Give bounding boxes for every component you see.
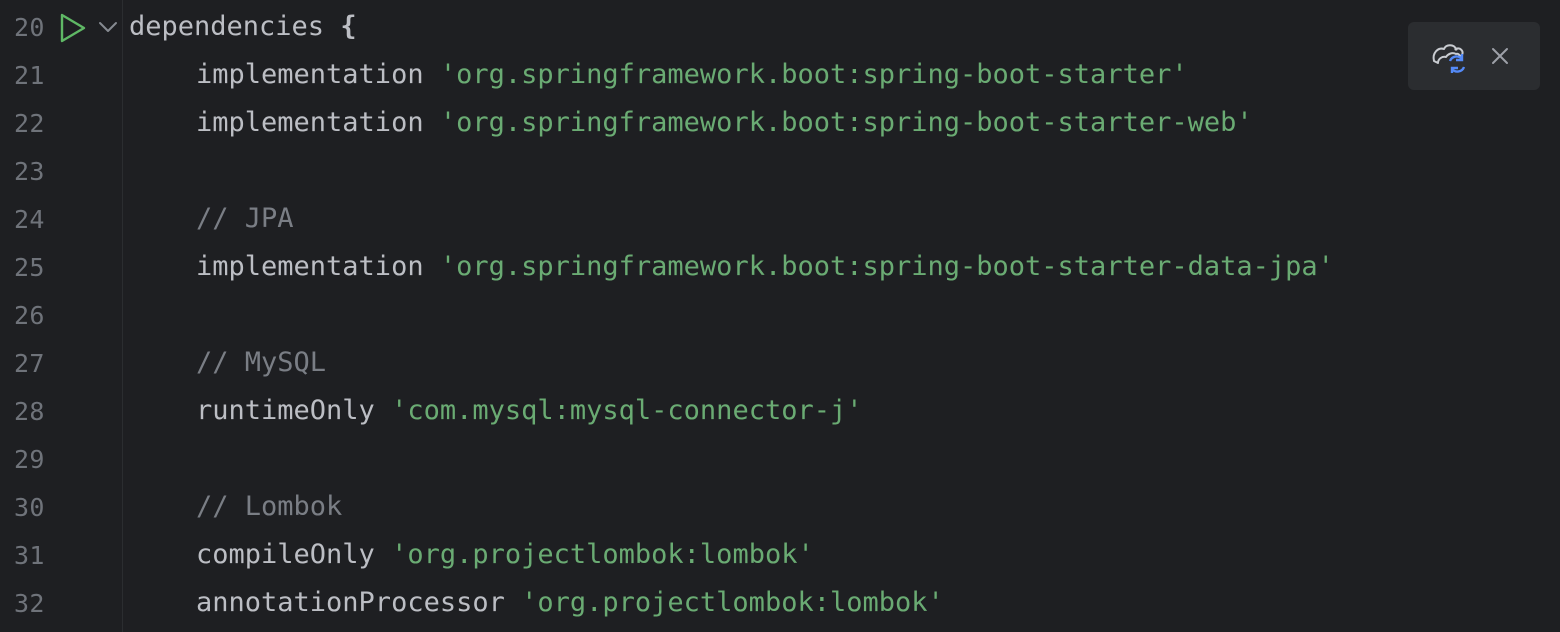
string-literal: 'com.mysql:mysql-connector-j' — [391, 395, 863, 426]
gradle-sync-notification — [1408, 22, 1540, 90]
code-text: implementation 'org.springframework.boot… — [129, 251, 1334, 283]
code-editor[interactable]: 20 dependencies {21 implementation 'org.sp… — [0, 0, 1560, 632]
code-text: annotationProcessor 'org.projectlombok:l… — [129, 587, 944, 619]
code-line[interactable]: 26 — [0, 290, 1560, 338]
code-line[interactable]: 23 — [0, 146, 1560, 194]
line-number: 31 — [14, 541, 45, 570]
code-text: compileOnly 'org.projectlombok:lombok' — [129, 539, 814, 571]
code-text: implementation 'org.springframework.boot… — [129, 107, 1253, 139]
string-literal: 'org.springframework.boot:spring-boot-st… — [439, 59, 1188, 90]
string-literal: 'org.projectlombok:lombok' — [521, 587, 944, 618]
code-line[interactable]: 29 — [0, 434, 1560, 482]
code-line[interactable]: 20 dependencies { — [0, 2, 1560, 50]
code-text: dependencies { — [129, 11, 357, 43]
code-text: // JPA — [129, 203, 294, 235]
code-token: implementation — [196, 107, 440, 138]
code-token: runtimeOnly — [196, 395, 392, 426]
code-comment: // MySQL — [196, 347, 327, 378]
string-literal: 'org.springframework.boot:spring-boot-st… — [439, 107, 1253, 138]
line-number: 25 — [14, 253, 45, 282]
line-number: 22 — [14, 109, 45, 138]
code-text: // Lombok — [129, 491, 342, 523]
code-line[interactable]: 21 implementation 'org.springframework.bo… — [0, 50, 1560, 98]
line-number: 20 — [14, 13, 45, 42]
code-line[interactable]: 24 // JPA — [0, 194, 1560, 242]
code-line[interactable]: 27 // MySQL — [0, 338, 1560, 386]
line-number: 24 — [14, 205, 45, 234]
code-text: // MySQL — [129, 347, 326, 379]
line-number: 29 — [14, 445, 45, 474]
code-line[interactable]: 22 implementation 'org.springframework.bo… — [0, 98, 1560, 146]
code-text: runtimeOnly 'com.mysql:mysql-connector-j… — [129, 395, 862, 427]
code-line[interactable]: 28 runtimeOnly 'com.mysql:mysql-connector… — [0, 386, 1560, 434]
code-line[interactable]: 30 // Lombok — [0, 482, 1560, 530]
line-number: 27 — [14, 349, 45, 378]
line-number: 32 — [14, 589, 45, 618]
code-text: implementation 'org.springframework.boot… — [129, 59, 1188, 91]
run-gutter-icon[interactable] — [58, 12, 88, 44]
code-line[interactable]: 32 annotationProcessor 'org.projectlombok… — [0, 578, 1560, 626]
code-token: { — [340, 11, 357, 42]
gradle-sync-icon[interactable] — [1430, 39, 1468, 73]
line-number: 23 — [14, 157, 45, 186]
fold-chevron-icon[interactable] — [97, 16, 119, 38]
code-comment: // Lombok — [196, 491, 343, 522]
string-literal: 'org.projectlombok:lombok' — [391, 539, 814, 570]
code-token: dependencies — [129, 11, 341, 42]
code-token: annotationProcessor — [196, 587, 522, 618]
code-line[interactable]: 25 implementation 'org.springframework.bo… — [0, 242, 1560, 290]
code-token: implementation — [196, 59, 440, 90]
line-number: 28 — [14, 397, 45, 426]
code-comment: // JPA — [196, 203, 294, 234]
close-icon[interactable] — [1488, 44, 1512, 68]
code-line[interactable]: 31 compileOnly 'org.projectlombok:lombok' — [0, 530, 1560, 578]
code-token: implementation — [196, 251, 440, 282]
string-literal: 'org.springframework.boot:spring-boot-st… — [439, 251, 1334, 282]
code-token: compileOnly — [196, 539, 392, 570]
line-number: 30 — [14, 493, 45, 522]
line-number: 21 — [14, 61, 45, 90]
line-number: 26 — [14, 301, 45, 330]
